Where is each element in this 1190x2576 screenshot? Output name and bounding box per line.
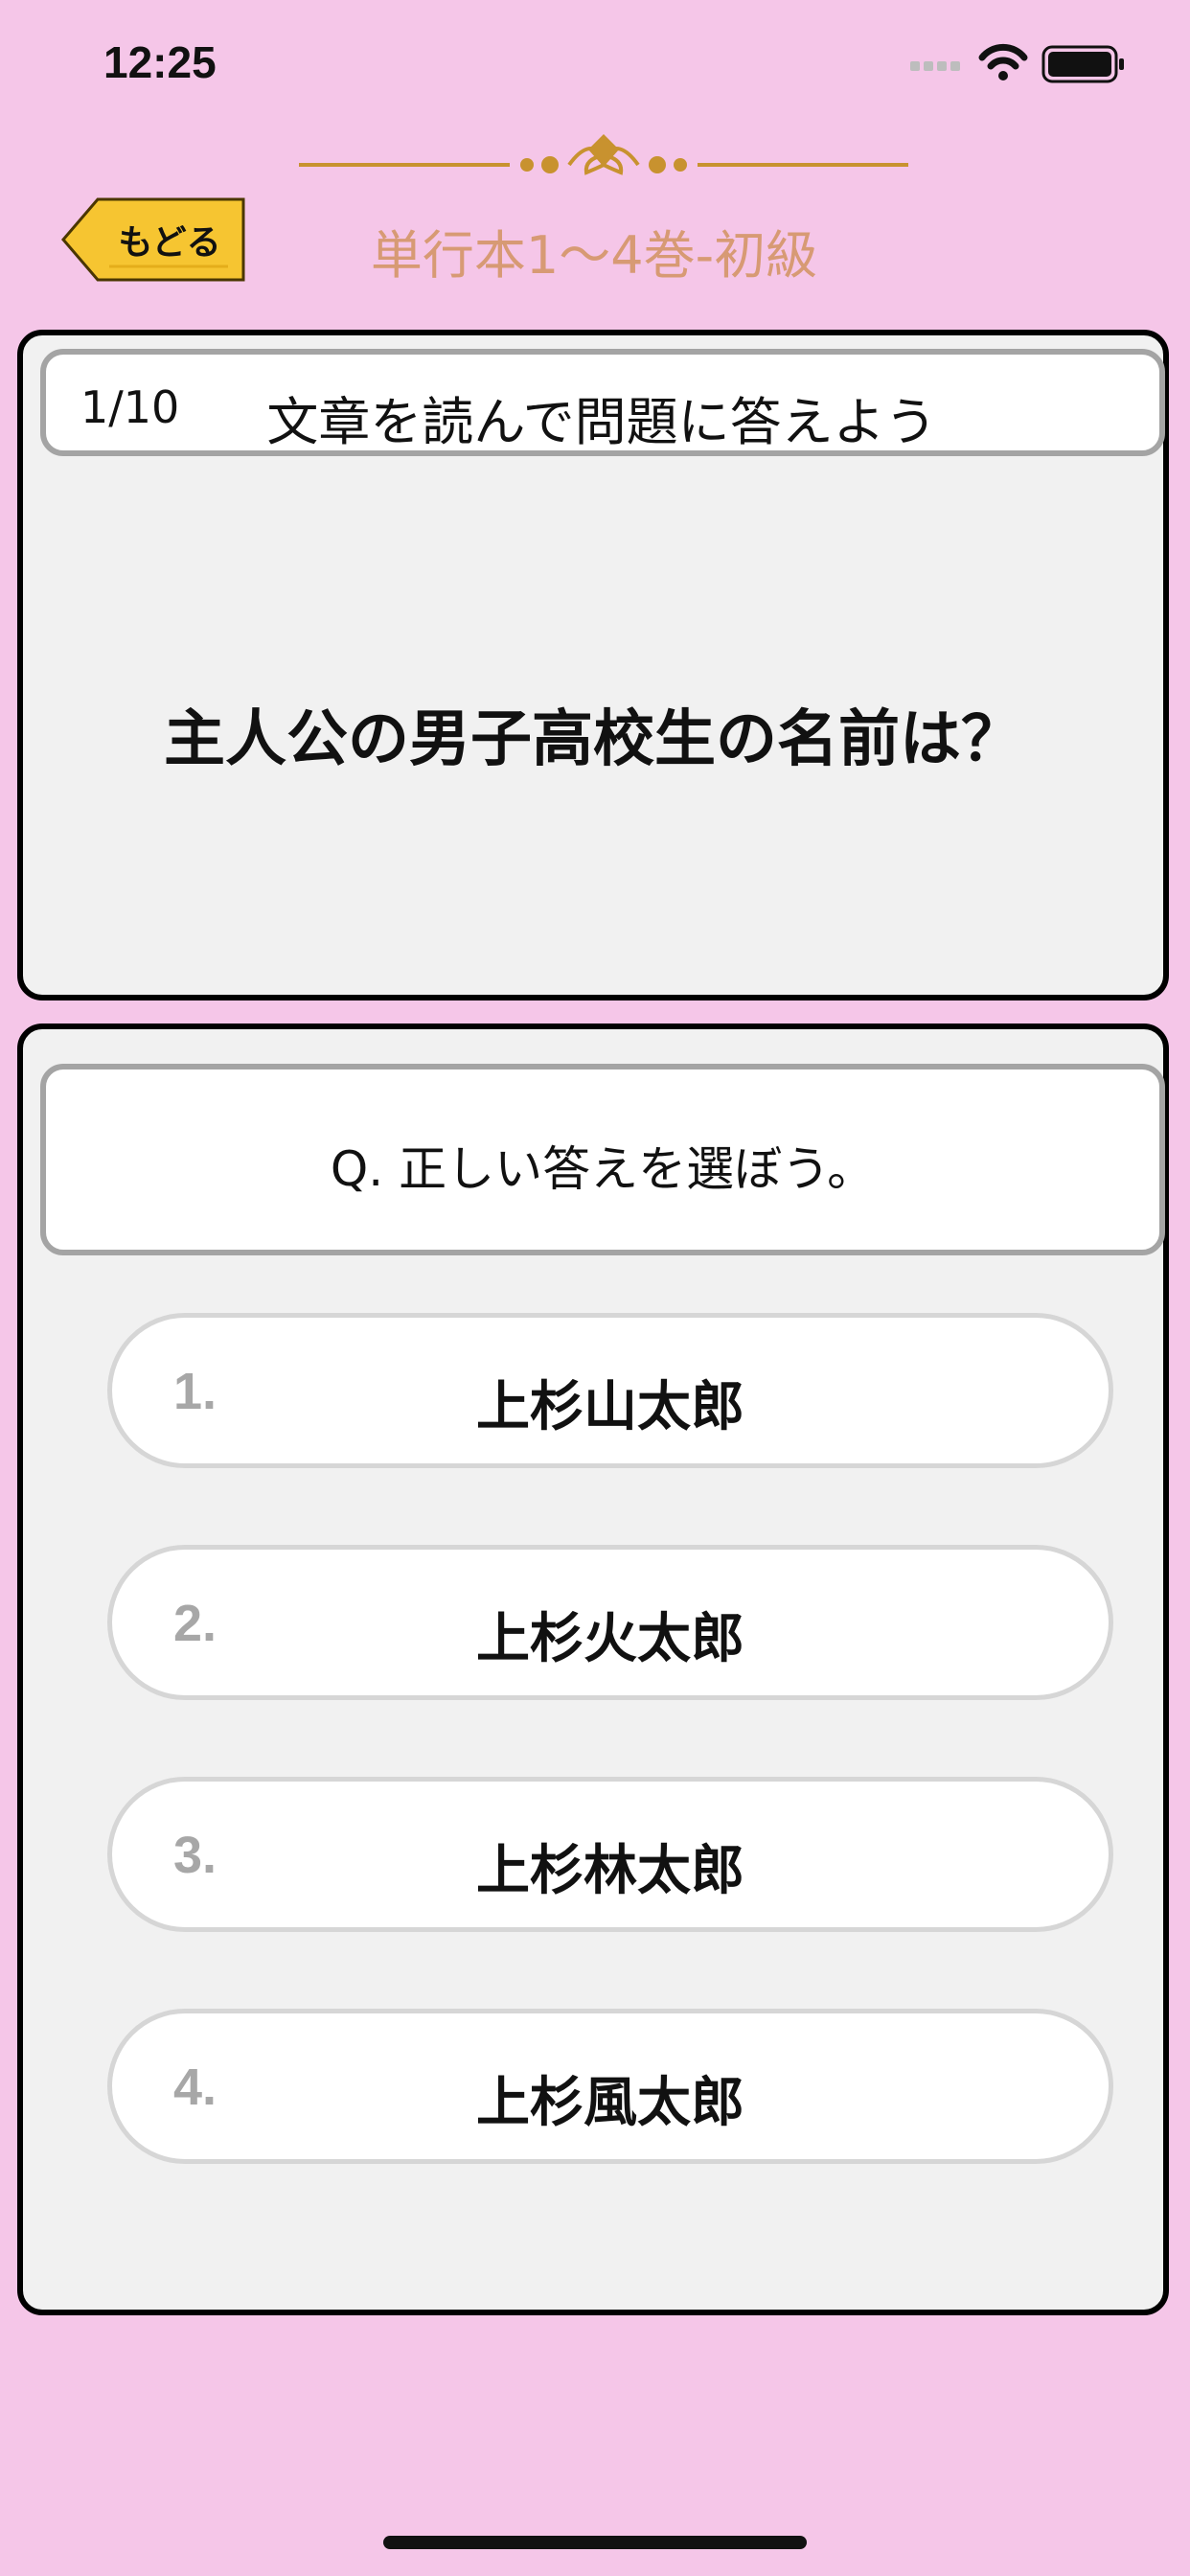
ornament-divider-icon xyxy=(299,134,908,175)
screen-title: 単行本1〜4巻-初級 xyxy=(370,225,818,286)
answer-prompt: Q. 正しい答えを選ぼう。 xyxy=(330,1141,876,1197)
battery-icon xyxy=(1041,45,1124,83)
option-label: 上杉風太郎 xyxy=(476,2072,744,2134)
option-label: 上杉林太郎 xyxy=(476,1840,744,1902)
back-button-label: もどる xyxy=(118,223,221,263)
question-instruction: 文章を読んで問題に答えよう xyxy=(266,392,937,452)
question-header-bar: 1/10 文章を読んで問題に答えよう xyxy=(40,349,1165,456)
answer-option-4[interactable]: 4. 上杉風太郎 xyxy=(107,2009,1113,2164)
answer-option-2[interactable]: 2. 上杉火太郎 xyxy=(107,1545,1113,1700)
answer-card: Q. 正しい答えを選ぼう。 1. 上杉山太郎 2. 上杉火太郎 3. 上杉林太郎… xyxy=(17,1024,1169,2315)
option-label: 上杉火太郎 xyxy=(476,1608,744,1670)
question-text: 主人公の男子高校生の名前は？ xyxy=(164,704,1022,775)
option-label: 上杉山太郎 xyxy=(476,1376,744,1438)
wifi-icon xyxy=(978,43,1028,80)
answer-option-1[interactable]: 1. 上杉山太郎 xyxy=(107,1313,1113,1468)
answer-option-3[interactable]: 3. 上杉林太郎 xyxy=(107,1777,1113,1932)
signal-icon xyxy=(910,61,960,71)
back-button[interactable]: もどる xyxy=(59,196,249,284)
status-icons xyxy=(910,43,1124,83)
answer-prompt-box: Q. 正しい答えを選ぼう。 xyxy=(40,1064,1165,1255)
question-card: 1/10 文章を読んで問題に答えよう 主人公の男子高校生の名前は？ xyxy=(17,330,1169,1000)
home-indicator[interactable] xyxy=(383,2536,807,2549)
status-time: 12:25 xyxy=(103,37,217,87)
question-progress: 1/10 xyxy=(80,381,180,433)
